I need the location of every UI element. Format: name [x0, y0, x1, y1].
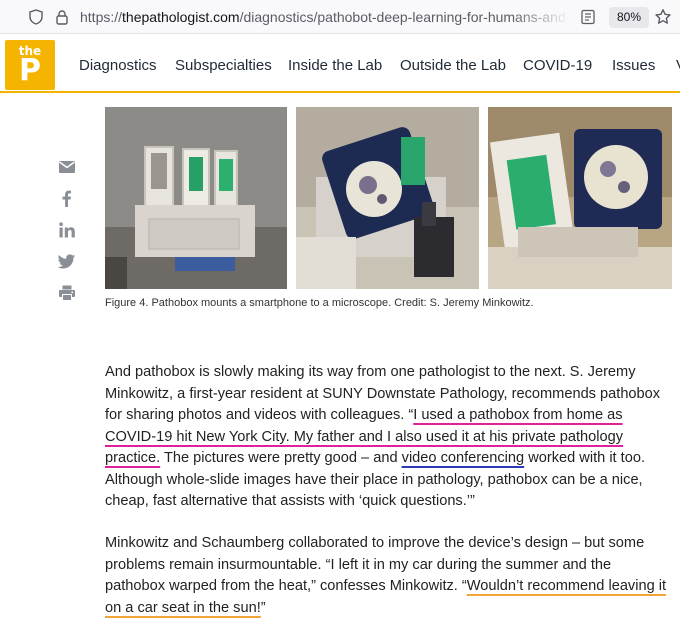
article-paragraph-1: And pathobox is slowly making its way fr… [105, 362, 670, 513]
paragraph-text: ” [260, 599, 266, 616]
figure-photo-2 [296, 107, 479, 289]
article-paragraph-2: Minkowitz and Schaumberg collaborated to… [105, 533, 670, 619]
email-icon[interactable] [58, 158, 76, 176]
facebook-icon[interactable] [58, 189, 76, 207]
bookmark-star-icon[interactable] [654, 8, 672, 26]
url-host: thepathologist.com [122, 9, 240, 25]
lock-icon[interactable] [54, 9, 70, 25]
print-icon[interactable] [58, 284, 76, 302]
twitter-icon[interactable] [58, 252, 76, 270]
figure-photo-3 [488, 107, 672, 289]
nav-inside-the-lab[interactable]: Inside the Lab [288, 57, 382, 74]
paragraph-text: The pictures were pretty good – and [160, 450, 402, 466]
address-field[interactable]: https://thepathologist.com/diagnostics/p… [80, 9, 570, 26]
nav-more[interactable]: V [676, 57, 680, 74]
nav-outside-the-lab[interactable]: Outside the Lab [400, 57, 506, 74]
nav-diagnostics[interactable]: Diagnostics [79, 57, 157, 74]
figure-caption: Figure 4. Pathobox mounts a smartphone t… [105, 297, 534, 309]
nav-issues[interactable]: Issues [612, 57, 655, 74]
nav-subspecialties[interactable]: Subspecialties [175, 57, 272, 74]
reader-view-icon[interactable] [580, 9, 596, 25]
url-prefix: https:// [80, 9, 123, 25]
site-header: the P Diagnostics Subspecialties Inside … [0, 35, 680, 93]
browser-url-bar: https://thepathologist.com/diagnostics/p… [0, 0, 680, 34]
shield-icon[interactable] [28, 9, 44, 25]
zoom-level-button[interactable]: 80% [609, 7, 650, 28]
nav-covid-19[interactable]: COVID-19 [523, 57, 592, 74]
highlight-blue: video conferencing [401, 450, 525, 466]
logo-letter: P [19, 53, 41, 88]
figure-photo-1 [105, 107, 287, 289]
linkedin-icon[interactable] [58, 221, 76, 239]
site-logo[interactable]: the P [5, 40, 55, 90]
url-path: /diagnostics/pathobot-deep-learning-for-… [239, 9, 570, 25]
